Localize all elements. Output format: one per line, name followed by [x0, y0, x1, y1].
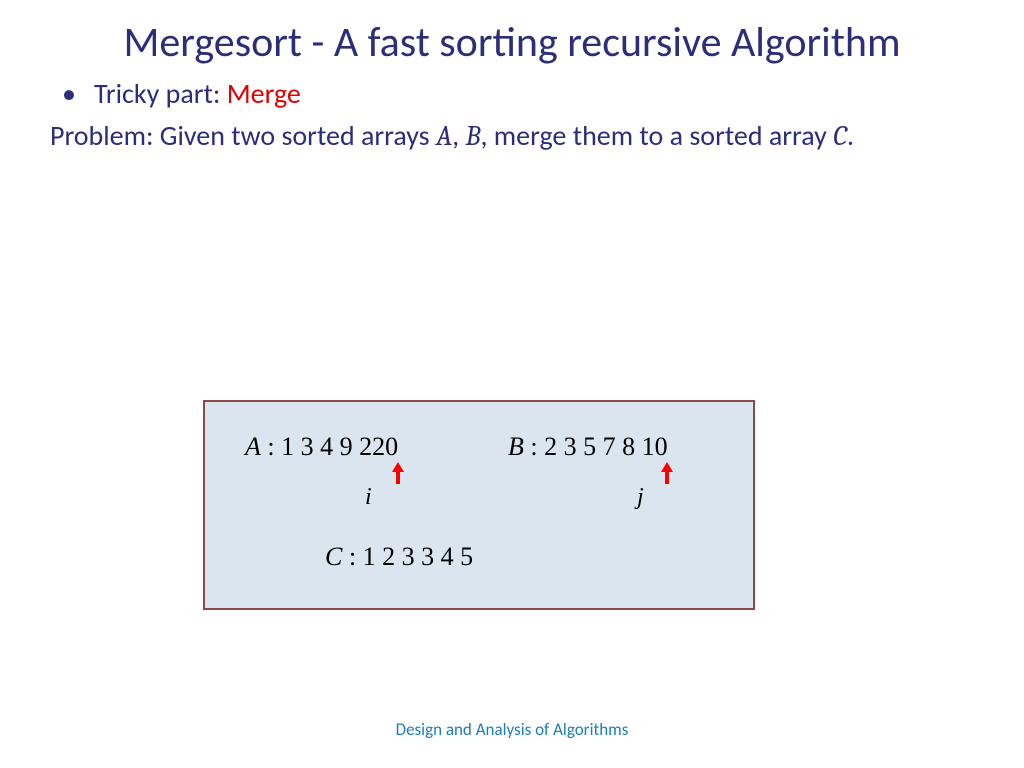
var-a: A	[436, 120, 452, 152]
array-a-label: A	[245, 432, 261, 461]
merge-diagram: A : 1 3 4 9 220 B : 2 3 5 7 8 10 i j C :…	[203, 400, 755, 610]
arrow-i-icon	[391, 462, 405, 490]
array-a-values: : 1 3 4 9 220	[261, 432, 398, 461]
array-b-label: B	[508, 432, 524, 461]
problem-part2: , merge them to a sorted array	[480, 118, 833, 153]
bullet-marker: •	[62, 76, 76, 111]
array-c-values: : 1 2 3 3 4 5	[342, 542, 473, 571]
array-c-label: C	[325, 542, 342, 571]
array-a: A : 1 3 4 9 220	[245, 432, 398, 462]
array-b-values: : 2 3 5 7 8 10	[524, 432, 668, 461]
slide-footer: Design and Analysis of Algorithms	[0, 719, 1024, 740]
slide-title: Mergesort - A fast sorting recursive Alg…	[0, 0, 1024, 68]
array-c: C : 1 2 3 3 4 5	[325, 542, 473, 572]
problem-comma: ,	[452, 118, 465, 153]
problem-statement: Problem: Given two sorted arrays A, B, m…	[50, 117, 974, 156]
arrow-j-icon	[660, 462, 674, 490]
pointer-i-label: i	[365, 484, 372, 511]
bullet-highlight: Merge	[227, 76, 301, 111]
var-b: B	[465, 120, 480, 152]
bullet-point: • Tricky part: Merge	[50, 76, 974, 111]
problem-period: .	[847, 118, 854, 153]
var-c: C	[833, 120, 847, 152]
slide-content: • Tricky part: Merge Problem: Given two …	[0, 68, 1024, 156]
array-b: B : 2 3 5 7 8 10	[508, 432, 668, 462]
problem-part1: Problem: Given two sorted arrays	[50, 118, 436, 153]
bullet-prefix: Tricky part:	[94, 76, 227, 111]
pointer-j-label: j	[637, 484, 644, 511]
